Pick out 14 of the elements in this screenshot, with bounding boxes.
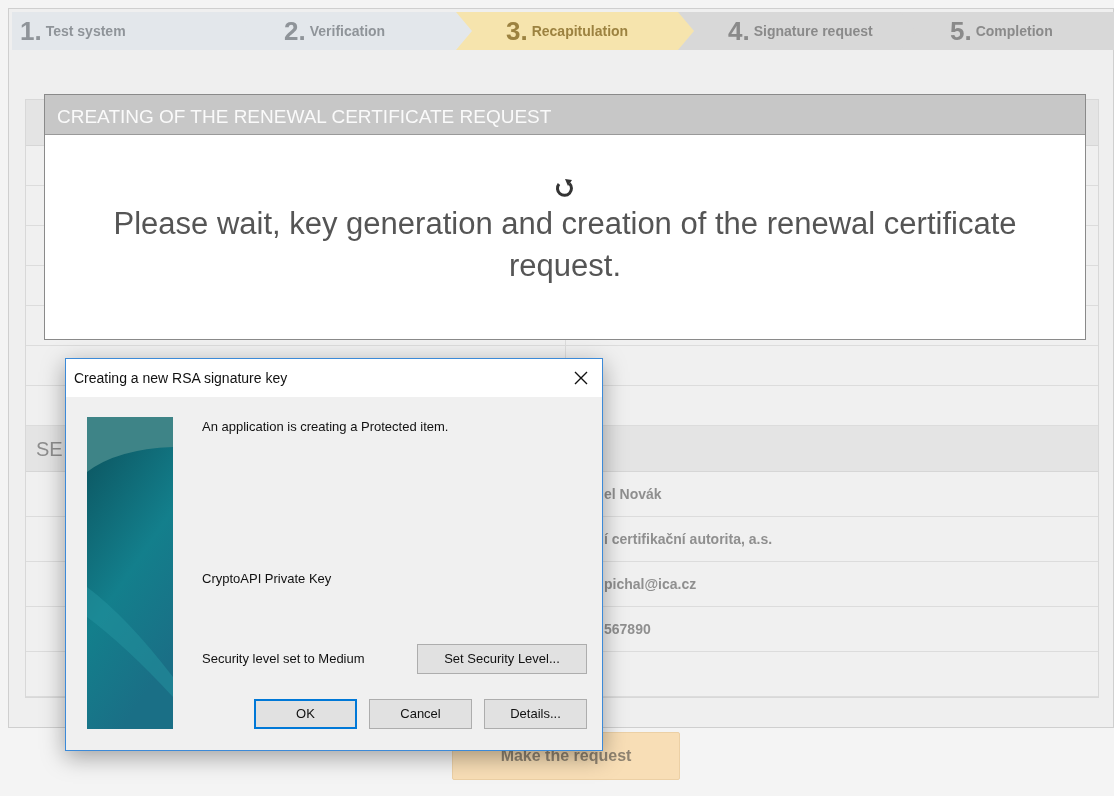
dialog-title: Creating a new RSA signature key: [74, 368, 288, 388]
field-value: el Novák: [603, 485, 662, 504]
wait-message: Please wait, key generation and creation of the renewal certificate request.: [112, 205, 1018, 285]
spinner-icon: [555, 177, 575, 199]
ok-button[interactable]: OK: [254, 699, 357, 729]
field-value: pichal@ica.cz: [603, 575, 697, 594]
security-level-text: Security level set to Medium: [202, 650, 365, 669]
details-button[interactable]: Details...: [484, 699, 587, 729]
set-security-level-button[interactable]: Set Security Level...: [417, 644, 587, 674]
field-value: í certifikační autorita, a.s.: [603, 530, 773, 549]
close-icon[interactable]: [574, 371, 588, 385]
item-name: CryptoAPI Private Key: [202, 569, 333, 588]
field-value: 567890: [603, 620, 651, 639]
cancel-button[interactable]: Cancel: [369, 699, 472, 729]
